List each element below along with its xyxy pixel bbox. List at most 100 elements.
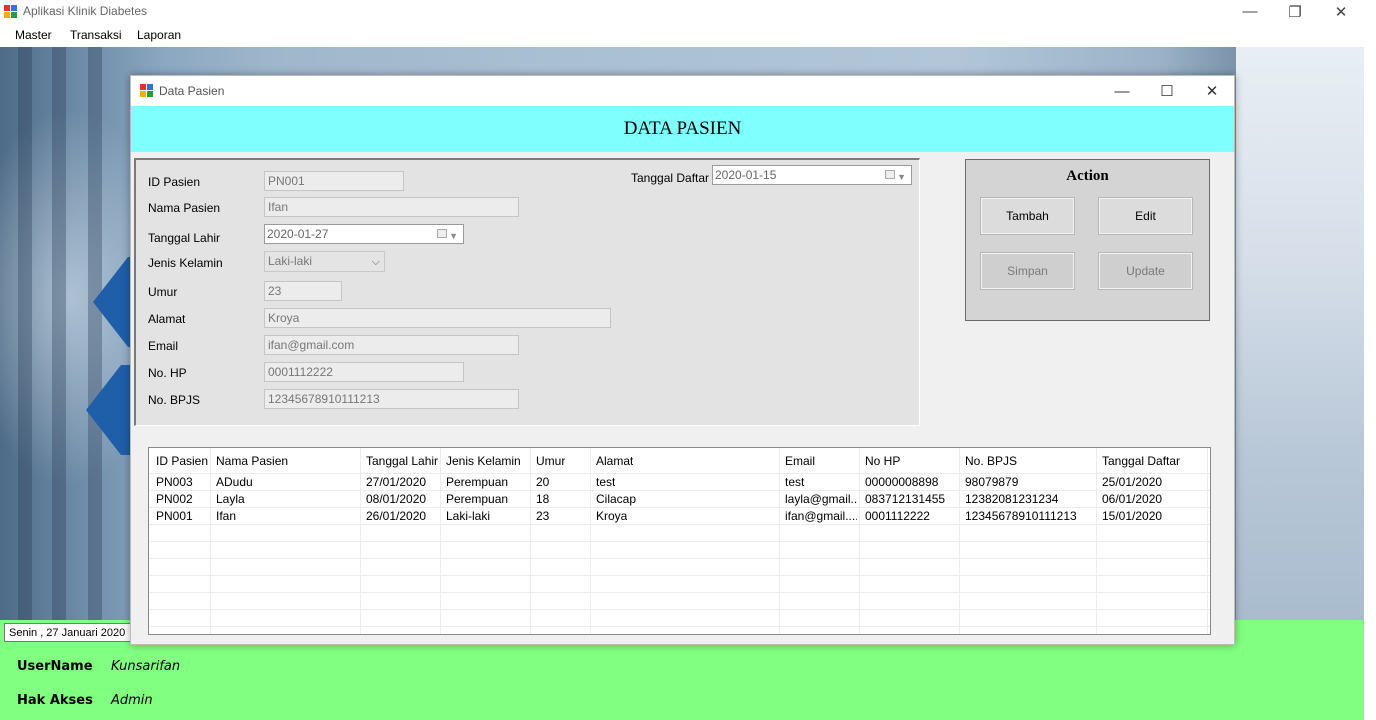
patient-data-grid[interactable]: ID Pasien Nama Pasien Tanggal Lahir Jeni… <box>148 447 1211 635</box>
simpan-button[interactable]: Simpan <box>980 252 1075 290</box>
table-cell[interactable]: 25/01/2020 <box>1102 475 1162 489</box>
table-cell[interactable]: 23 <box>536 509 549 523</box>
main-titlebar: Aplikasi Klinik Diabetes — ❐ ✕ <box>0 0 1376 23</box>
tambah-button[interactable]: Tambah <box>980 197 1075 235</box>
table-cell[interactable]: PN001 <box>156 509 193 523</box>
header-band: DATA PASIEN <box>131 106 1234 152</box>
table-cell[interactable]: Layla <box>216 492 245 506</box>
restore-button[interactable]: ❐ <box>1272 0 1318 23</box>
tgl-lahir-value: 2020-01-27 <box>267 227 329 241</box>
app-icon <box>4 5 17 18</box>
form-maximize-button[interactable]: ☐ <box>1144 76 1190 106</box>
kelamin-select[interactable]: Laki-laki ⌵ <box>264 251 385 272</box>
chevron-down-icon[interactable]: ▼ <box>449 227 458 245</box>
menu-master[interactable]: Master <box>15 28 52 42</box>
id-label: ID Pasien <box>148 175 201 189</box>
menu-transaksi[interactable]: Transaksi <box>70 28 122 42</box>
column-header[interactable]: ID Pasien <box>156 454 208 468</box>
username-label: UserName <box>17 659 93 674</box>
table-cell[interactable]: Kroya <box>596 509 627 523</box>
kelamin-label: Jenis Kelamin <box>148 256 223 270</box>
table-cell[interactable]: 27/01/2020 <box>366 475 426 489</box>
column-header[interactable]: Email <box>785 454 815 468</box>
column-header[interactable]: Umur <box>536 454 565 468</box>
table-cell[interactable]: 15/01/2020 <box>1102 509 1162 523</box>
table-cell[interactable]: 18 <box>536 492 549 506</box>
access-label: Hak Akses <box>17 693 93 708</box>
table-cell[interactable]: test <box>596 475 615 489</box>
form-minimize-button[interactable]: — <box>1099 76 1145 106</box>
column-header[interactable]: Jenis Kelamin <box>446 454 521 468</box>
calendar-icon[interactable] <box>885 170 895 179</box>
username-value: Kunsarifan <box>111 659 181 674</box>
table-cell[interactable]: Ifan <box>216 509 236 523</box>
table-cell[interactable]: PN003 <box>156 475 193 489</box>
column-header[interactable]: No. BPJS <box>965 454 1017 468</box>
table-cell[interactable]: ADudu <box>216 475 253 489</box>
nama-field[interactable]: Ifan <box>264 197 519 217</box>
form-close-button[interactable]: ✕ <box>1189 76 1235 106</box>
alamat-field[interactable]: Kroya <box>264 308 611 328</box>
table-cell[interactable]: layla@gmail.... <box>785 492 857 506</box>
minimize-button[interactable]: — <box>1227 0 1273 23</box>
table-cell[interactable]: test <box>785 475 857 489</box>
form-icon <box>140 84 153 97</box>
close-button[interactable]: ✕ <box>1318 0 1364 23</box>
alamat-label: Alamat <box>148 312 186 326</box>
kelamin-value: Laki-laki <box>268 254 313 268</box>
email-label: Email <box>148 339 179 353</box>
date-display: Senin , 27 Januari 2020 <box>4 623 134 642</box>
data-pasien-window: Data Pasien — ☐ ✕ DATA PASIEN ID Pasien … <box>130 75 1235 645</box>
access-value: Admin <box>111 693 153 708</box>
table-cell[interactable]: 98079879 <box>965 475 1018 489</box>
column-header[interactable]: Tanggal Lahir <box>366 454 438 468</box>
table-cell[interactable]: 26/01/2020 <box>366 509 426 523</box>
table-cell[interactable]: 06/01/2020 <box>1102 492 1162 506</box>
action-panel: Action Tambah Edit Simpan Update <box>965 159 1210 321</box>
calendar-icon[interactable] <box>437 229 447 238</box>
table-cell[interactable]: 083712131455 <box>865 492 945 506</box>
bpjs-label: No. BPJS <box>148 393 201 407</box>
table-cell[interactable]: ifan@gmail.... <box>785 509 857 523</box>
chevron-down-icon[interactable]: ⌵ <box>372 253 380 272</box>
email-field[interactable]: ifan@gmail.com <box>264 335 519 355</box>
table-cell[interactable]: Perempuan <box>446 475 508 489</box>
column-header[interactable]: No HP <box>865 454 900 468</box>
table-cell[interactable]: 00000008898 <box>865 475 938 489</box>
form-title: Data Pasien <box>159 84 225 98</box>
column-header[interactable]: Alamat <box>596 454 633 468</box>
table-cell[interactable]: Perempuan <box>446 492 508 506</box>
table-cell[interactable]: 0001112222 <box>865 509 930 523</box>
tgl-daftar-picker[interactable]: 2020-01-15 ▼ <box>712 165 912 185</box>
id-field[interactable]: PN001 <box>264 171 404 191</box>
nama-label: Nama Pasien <box>148 201 221 215</box>
table-cell[interactable]: 08/01/2020 <box>366 492 426 506</box>
hp-field[interactable]: 0001112222 <box>264 362 464 382</box>
child-titlebar: Data Pasien — ☐ ✕ <box>131 76 1234 106</box>
bpjs-field[interactable]: 12345678910111213 <box>264 389 519 409</box>
tgl-lahir-label: Tanggal Lahir <box>148 231 221 245</box>
table-cell[interactable]: 12345678910111213 <box>965 509 1077 523</box>
window-edge <box>1364 47 1376 720</box>
table-cell[interactable]: Laki-laki <box>446 509 490 523</box>
menu-bar: Master Transaksi Laporan <box>0 23 1376 47</box>
action-title: Action <box>1066 168 1109 184</box>
chevron-down-icon[interactable]: ▼ <box>897 168 906 186</box>
menu-laporan[interactable]: Laporan <box>137 28 181 42</box>
table-cell[interactable]: PN002 <box>156 492 193 506</box>
patient-form-panel: ID Pasien PN001 Nama Pasien Ifan Tanggal… <box>134 158 920 426</box>
hp-label: No. HP <box>148 366 187 380</box>
page-heading: DATA PASIEN <box>623 118 742 139</box>
column-header[interactable]: Nama Pasien <box>216 454 288 468</box>
tgl-lahir-picker[interactable]: 2020-01-27 ▼ <box>264 224 464 244</box>
tgl-daftar-value: 2020-01-15 <box>715 168 777 182</box>
umur-field[interactable]: 23 <box>264 281 342 301</box>
table-cell[interactable]: 12382081231234 <box>965 492 1058 506</box>
update-button[interactable]: Update <box>1098 252 1193 290</box>
umur-label: Umur <box>148 285 178 299</box>
edit-button[interactable]: Edit <box>1098 197 1193 235</box>
table-cell[interactable]: Cilacap <box>596 492 636 506</box>
table-cell[interactable]: 20 <box>536 475 549 489</box>
column-header[interactable]: Tanggal Daftar <box>1102 454 1180 468</box>
tgl-daftar-label: Tanggal Daftar <box>631 171 710 185</box>
